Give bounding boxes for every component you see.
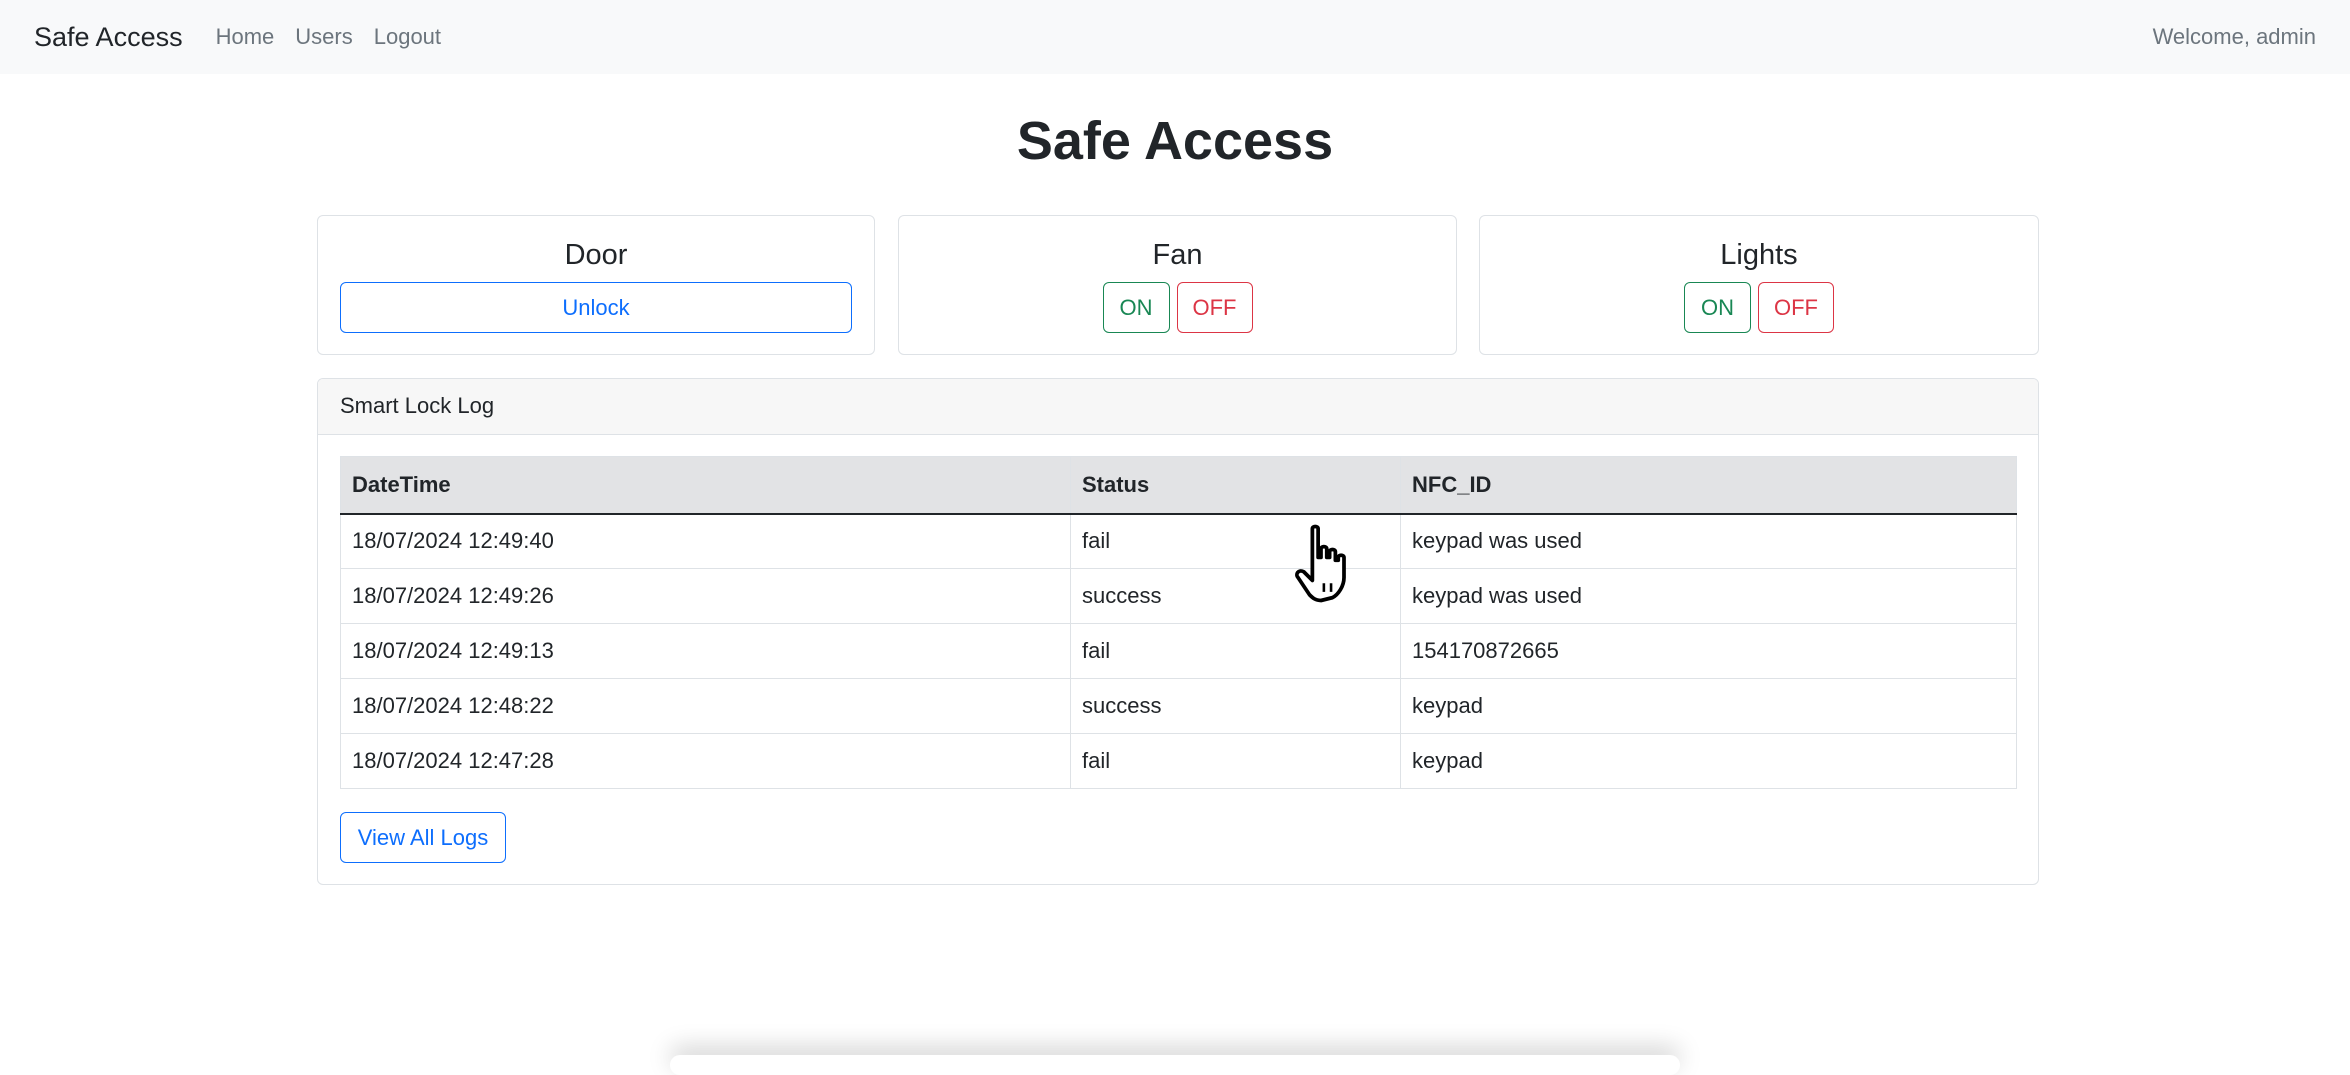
table-row: 18/07/2024 12:49:40 fail keypad was used: [340, 513, 2017, 569]
view-all-logs-button[interactable]: View All Logs: [340, 812, 506, 863]
navbar-brand[interactable]: Safe Access: [34, 22, 183, 53]
fan-on-button[interactable]: ON: [1102, 282, 1170, 333]
nav-link-home[interactable]: Home: [216, 24, 275, 50]
door-card: Door Unlock: [317, 215, 875, 355]
nav-link-users[interactable]: Users: [295, 24, 352, 50]
welcome-text: Welcome, admin: [2152, 24, 2316, 49]
cell-datetime: 18/07/2024 12:49:26: [340, 568, 1071, 624]
lights-button-group: ON OFF: [1480, 282, 2038, 333]
column-header-nfc-id: NFC_ID: [1400, 456, 2017, 515]
cell-status: fail: [1070, 733, 1401, 789]
fan-card: Fan ON OFF: [898, 215, 1457, 355]
cell-nfc-id: 154170872665: [1400, 623, 2017, 679]
hand-pointer-icon: [1295, 524, 1346, 603]
navbar: Safe Access Home Users Logout Welcome, a…: [0, 0, 2350, 74]
column-header-datetime: DateTime: [340, 456, 1071, 515]
column-header-status: Status: [1070, 456, 1401, 515]
lights-off-button[interactable]: OFF: [1758, 282, 1834, 333]
log-table: DateTime Status NFC_ID 18/07/2024 12:49:…: [340, 456, 2017, 789]
log-table-header-row: DateTime Status NFC_ID: [340, 456, 2017, 515]
cell-nfc-id: keypad: [1400, 678, 2017, 734]
fan-card-title: Fan: [1152, 239, 1203, 271]
cell-datetime: 18/07/2024 12:48:22: [340, 678, 1071, 734]
smart-lock-log-header: Smart Lock Log: [318, 379, 2038, 435]
table-row: 18/07/2024 12:47:28 fail keypad: [340, 733, 2017, 789]
cell-nfc-id: keypad was used: [1400, 568, 2017, 624]
cell-status: fail: [1070, 623, 1401, 679]
cell-datetime: 18/07/2024 12:47:28: [340, 733, 1071, 789]
lights-card: Lights ON OFF: [1479, 215, 2039, 355]
table-row: 18/07/2024 12:48:22 success keypad: [340, 678, 2017, 734]
fan-off-button[interactable]: OFF: [1176, 282, 1253, 333]
cell-status: success: [1070, 678, 1401, 734]
smart-lock-log-card: Smart Lock Log DateTime Status NFC_ID 18…: [317, 378, 2039, 885]
lights-on-button[interactable]: ON: [1684, 282, 1751, 333]
bottom-overlay-edge: [670, 1055, 1680, 1075]
cell-nfc-id: keypad: [1400, 733, 2017, 789]
fan-button-group: ON OFF: [899, 282, 1456, 333]
table-row: 18/07/2024 12:49:13 fail 154170872665: [340, 623, 2017, 679]
lights-card-title: Lights: [1720, 239, 1798, 271]
table-row: 18/07/2024 12:49:26 success keypad was u…: [340, 568, 2017, 624]
nav-link-logout[interactable]: Logout: [374, 24, 441, 50]
door-card-title: Door: [564, 239, 628, 271]
cell-datetime: 18/07/2024 12:49:13: [340, 623, 1071, 679]
cell-datetime: 18/07/2024 12:49:40: [340, 513, 1071, 569]
door-unlock-button[interactable]: Unlock: [340, 282, 852, 333]
cell-nfc-id: keypad was used: [1400, 513, 2017, 569]
page-title: Safe Access: [1016, 111, 1334, 171]
